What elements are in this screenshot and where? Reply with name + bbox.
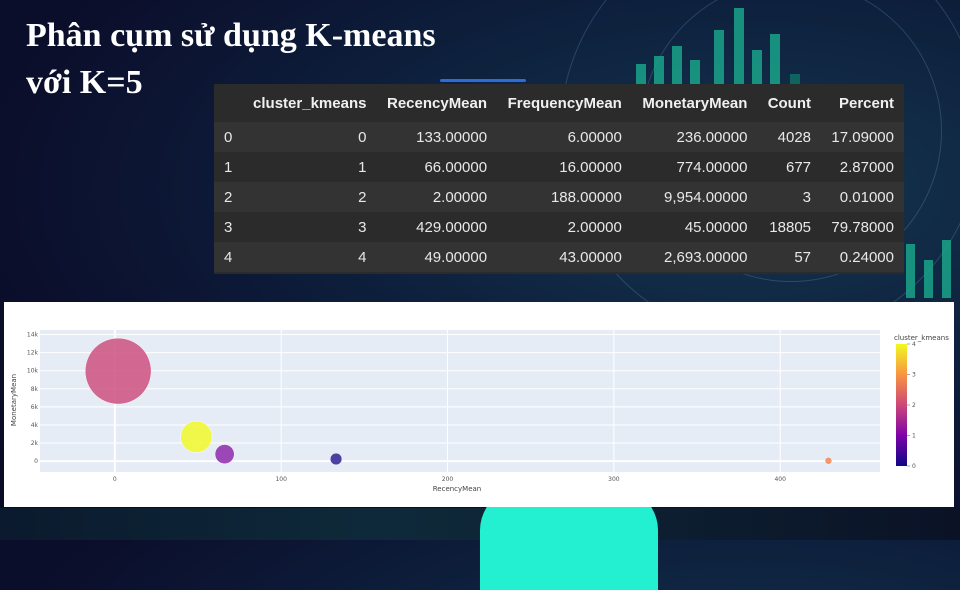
cell-recency-mean: 133.00000 — [376, 122, 498, 152]
cell-monetary-mean: 236.00000 — [631, 122, 758, 152]
column-header-frequency-mean: FrequencyMean — [497, 84, 632, 122]
x-tick-label: 100 — [275, 476, 287, 483]
table-row: 2 2 2.00000 188.00000 9,954.00000 3 0.01… — [214, 182, 904, 212]
cell-cluster-kmeans: 4 — [242, 242, 377, 272]
cluster-summary-table: cluster_kmeans RecencyMean FrequencyMean… — [214, 84, 904, 272]
cell-monetary-mean: 774.00000 — [631, 152, 758, 182]
colorbar-tick-label: 2 — [912, 402, 916, 409]
column-header-percent: Percent — [821, 84, 904, 122]
bubble-cluster-1 — [214, 444, 235, 465]
colorbar-title: cluster_kmeans — [894, 334, 949, 342]
cell-cluster-kmeans: 2 — [242, 182, 377, 212]
cell-frequency-mean: 43.00000 — [497, 242, 632, 272]
x-tick-label: 400 — [774, 476, 786, 483]
cell-count: 677 — [757, 152, 822, 182]
cell-frequency-mean: 2.00000 — [497, 212, 632, 242]
x-tick-label: 0 — [113, 476, 117, 483]
cell-recency-mean: 429.00000 — [376, 212, 498, 242]
column-header-count: Count — [757, 84, 822, 122]
y-tick-label: 8k — [31, 386, 39, 393]
cell-monetary-mean: 2,693.00000 — [631, 242, 758, 272]
cell-frequency-mean: 16.00000 — [497, 152, 632, 182]
y-tick-label: 10k — [27, 368, 39, 375]
row-index: 0 — [214, 122, 243, 152]
bubble-cluster-3 — [824, 456, 833, 465]
colorbar-tick-label: 0 — [912, 463, 916, 470]
colorbar-tick-label: 4 — [912, 341, 916, 348]
table-header-row: cluster_kmeans RecencyMean FrequencyMean… — [214, 84, 904, 122]
colorbar — [896, 344, 907, 466]
table-row: 1 1 66.00000 16.00000 774.00000 677 2.87… — [214, 152, 904, 182]
table-row: 0 0 133.00000 6.00000 236.00000 4028 17.… — [214, 122, 904, 152]
bubble-chart: 0 100 200 300 400 0 2k 4k 6k 8k 10k 12k 14k RecencyM… — [10, 330, 949, 493]
plot-area — [40, 330, 880, 472]
cell-recency-mean: 66.00000 — [376, 152, 498, 182]
column-header-recency-mean: RecencyMean — [376, 84, 498, 122]
bubble-cluster-2 — [84, 337, 152, 405]
decorative-line — [440, 79, 526, 82]
decorative-bar-chart — [630, 0, 830, 84]
column-header-monetary-mean: MonetaryMean — [631, 84, 758, 122]
y-axis-label: MonetaryMean — [10, 374, 18, 426]
cell-monetary-mean: 9,954.00000 — [631, 182, 758, 212]
cell-cluster-kmeans: 0 — [242, 122, 377, 152]
slide-title-line-2: với K=5 — [26, 64, 143, 101]
decorative-bar-chart — [904, 234, 960, 298]
row-index: 4 — [214, 242, 243, 272]
y-tick-label: 2k — [31, 440, 39, 447]
colorbar-tick-label: 3 — [912, 372, 916, 379]
bubble-cluster-0 — [329, 452, 343, 466]
cell-percent: 0.24000 — [821, 242, 904, 272]
column-header-index — [214, 84, 243, 122]
cell-cluster-kmeans: 1 — [242, 152, 377, 182]
cell-frequency-mean: 188.00000 — [497, 182, 632, 212]
row-index: 2 — [214, 182, 243, 212]
y-tick-label: 12k — [27, 350, 39, 357]
cell-percent: 17.09000 — [821, 122, 904, 152]
cell-frequency-mean: 6.00000 — [497, 122, 632, 152]
x-tick-label: 200 — [442, 476, 454, 483]
x-tick-label: 300 — [608, 476, 620, 483]
cell-count: 4028 — [757, 122, 822, 152]
table-row: 3 3 429.00000 2.00000 45.00000 18805 79.… — [214, 212, 904, 242]
cell-count: 3 — [757, 182, 822, 212]
table-row: 4 4 49.00000 43.00000 2,693.00000 57 0.2… — [214, 242, 904, 272]
cell-percent: 0.01000 — [821, 182, 904, 212]
cell-monetary-mean: 45.00000 — [631, 212, 758, 242]
colorbar-tick-label: 1 — [912, 433, 916, 440]
cell-count: 57 — [757, 242, 822, 272]
x-axis-label: RecencyMean — [433, 485, 482, 493]
y-tick-label: 14k — [27, 332, 39, 339]
cluster-summary-table-panel: cluster_kmeans RecencyMean FrequencyMean… — [214, 84, 904, 274]
cell-cluster-kmeans: 3 — [242, 212, 377, 242]
row-index: 3 — [214, 212, 243, 242]
bubble-cluster-4 — [180, 420, 213, 453]
slide-title-line-1: Phân cụm sử dụng K-means — [26, 17, 436, 54]
y-tick-label: 4k — [31, 422, 39, 429]
cell-recency-mean: 2.00000 — [376, 182, 498, 212]
bubble-chart-panel: 0 100 200 300 400 0 2k 4k 6k 8k 10k 12k 14k RecencyM… — [4, 302, 954, 507]
y-tick-label: 6k — [31, 404, 39, 411]
row-index: 1 — [214, 152, 243, 182]
cell-percent: 2.87000 — [821, 152, 904, 182]
y-tick-label: 0 — [34, 458, 38, 465]
cell-recency-mean: 49.00000 — [376, 242, 498, 272]
cell-count: 18805 — [757, 212, 822, 242]
column-header-cluster-kmeans: cluster_kmeans — [242, 84, 377, 122]
cell-percent: 79.78000 — [821, 212, 904, 242]
